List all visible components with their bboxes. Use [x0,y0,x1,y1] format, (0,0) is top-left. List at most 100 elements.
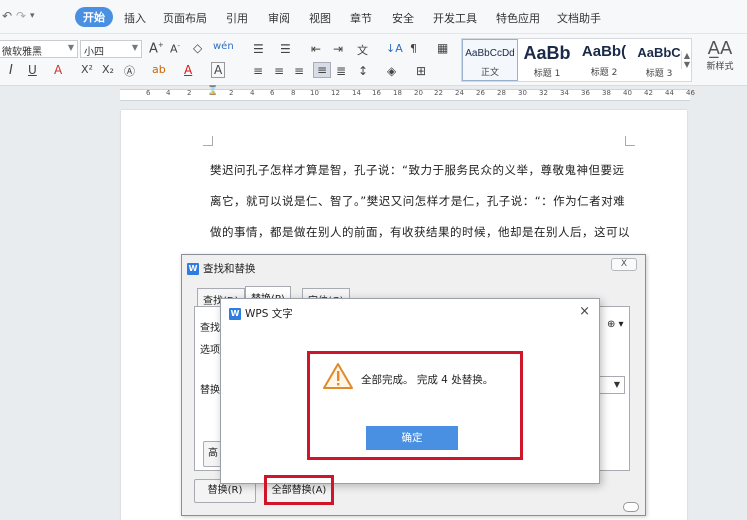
sort-icon[interactable]: ↓A [386,42,403,55]
scroll-indicator-icon[interactable] [623,502,639,512]
shading-icon[interactable]: ◈ [387,64,396,78]
decrease-indent-icon[interactable]: ⇤ [311,42,321,56]
redo-icon[interactable]: ↷ [16,9,26,23]
text-effect-icon[interactable]: Ⓐ [124,63,135,79]
new-style-button[interactable]: A̲A 新样式 [698,38,742,72]
ruler-number: 30 [518,89,527,97]
font-color-icon[interactable]: A [184,63,192,77]
clear-format-icon[interactable]: ◇ [193,41,202,55]
new-style-icon: A̲A [707,38,733,59]
align-center-icon[interactable]: ≡ [274,64,284,78]
horizontal-ruler[interactable]: 6 4 2 ⌛ 2 4 6 8 10 12 14 16 18 20 22 24 … [0,86,747,104]
ruler-number: 4 [166,89,171,97]
ruler-number: 16 [372,89,381,97]
new-style-label: 新样式 [706,62,734,72]
ruler-number: 20 [414,89,423,97]
tab-page-layout[interactable]: 页面布局 [163,10,207,26]
font-name-value: 微软雅黑 [2,47,42,58]
tab-home[interactable]: 开始 [75,7,113,27]
style-name: 正文 [480,68,499,78]
chevron-down-icon: ▼ [131,43,138,52]
bullet-list-icon[interactable]: ☰ [253,42,264,56]
tab-references[interactable]: 引用 [226,10,248,26]
style-heading-3[interactable]: AaBbC 标题 3 [631,39,687,81]
ruler-number: 32 [539,89,548,97]
borders-icon[interactable]: ⊞ [416,64,426,78]
ruler-number: 10 [310,89,319,97]
strikethrough-icon[interactable]: A [54,63,62,77]
tab-chapter[interactable]: 章节 [350,10,372,26]
ribbon: 微软雅黑 ▼ 小四 ▼ A+ A- ◇ wén I U A X² X₂ Ⓐ ab A… [0,34,747,86]
shrink-font-icon[interactable]: A- [170,42,180,56]
ruler-number: 44 [665,89,674,97]
find-dropdown-icon[interactable]: ⊕ ▾ [607,319,624,330]
italic-icon[interactable]: I [9,63,13,78]
highlight-icon[interactable]: ab [152,63,166,76]
tab-insert[interactable]: 插入 [124,10,146,26]
indent-marker-icon[interactable]: ⌛ [207,86,218,96]
ruler-number: 42 [644,89,653,97]
dialog-title: W 查找和替换 [187,261,256,276]
style-name: 标题 1 [533,69,561,79]
font-size-value: 小四 [84,47,104,58]
style-preview: AaBb [523,43,571,63]
ruler-number: 40 [623,89,632,97]
style-normal[interactable]: AaBbCcDd 正文 [462,39,518,81]
style-preview: AaBbC [637,45,681,60]
char-border-icon[interactable]: A [211,62,226,78]
tab-security[interactable]: 安全 [392,10,414,26]
increase-indent-icon[interactable]: ⇥ [333,42,343,56]
margin-corner-mark [625,136,635,146]
align-left-icon[interactable]: ≡ [253,64,263,78]
margin-corner-mark [203,136,213,146]
document-text-line[interactable]: 樊迟问孔子怎样才算是智，孔子说：“致力于服务民众的义举，尊敬鬼神但要远 [210,162,624,178]
chinese-layout-icon[interactable]: 文 [357,42,368,58]
style-heading-1[interactable]: AaBb 标题 1 [519,39,575,81]
ruler-number: 24 [455,89,464,97]
close-icon[interactable]: × [579,304,590,319]
grow-font-icon[interactable]: A+ [149,41,164,56]
justify-icon[interactable]: ≡ [313,62,332,78]
message-title-text: WPS 文字 [245,308,293,320]
superscript-icon[interactable]: X² [81,63,93,76]
document-text-line[interactable]: 做的事情，都是做在别人的前面，有收获结果的时候，他却是在别人后，这可以 [210,224,630,240]
highlight-box-replace-all [264,475,334,505]
font-size-combo[interactable]: 小四 ▼ [80,40,142,58]
tab-developer[interactable]: 开发工具 [433,10,477,26]
style-gallery: AaBbCcDd 正文 AaBb 标题 1 AaBb( 标题 2 AaBbC 标… [461,38,692,82]
style-heading-2[interactable]: AaBb( 标题 2 [576,39,632,81]
tab-view[interactable]: 视图 [309,10,331,26]
find-label: 查找 [200,323,220,334]
ruler-number: 4 [250,89,255,97]
line-spacing-icon[interactable]: ↕ [358,64,368,78]
ruler-number: 14 [352,89,361,97]
ruler-number: 18 [393,89,402,97]
distributed-icon[interactable]: ≣ [336,64,346,78]
customize-dropdown-icon[interactable]: ▾ [30,11,35,21]
underline-icon[interactable]: U [28,63,37,77]
gallery-scroll-icon[interactable]: ▲ ▼ [680,51,690,69]
replace-dropdown-icon[interactable]: ▼ [599,376,625,394]
table-icon[interactable]: ▦ [437,41,448,55]
tab-doc-assistant[interactable]: 文档助手 [557,10,601,26]
show-marks-icon[interactable]: ¶ [410,42,417,55]
find-replace-title: 查找和替换 [203,263,256,275]
undo-icon[interactable]: ↶ [2,9,12,23]
ruler-number: 22 [434,89,443,97]
ruler-number: 8 [291,89,296,97]
style-name: 标题 3 [645,69,673,79]
options-label: 选项 [200,345,220,356]
chevron-down-icon: ▼ [67,43,74,52]
font-name-combo[interactable]: 微软雅黑 ▼ [0,40,78,58]
close-button[interactable]: X [611,258,637,271]
tab-special-apps[interactable]: 特色应用 [496,10,540,26]
align-right-icon[interactable]: ≡ [294,64,304,78]
menu-bar: ↶ ↷ ▾ 开始 插入 页面布局 引用 审阅 视图 章节 安全 开发工具 特色应… [0,0,747,34]
message-title: W WPS 文字 [229,306,293,321]
tab-review[interactable]: 审阅 [268,10,290,26]
ruler-number: 6 [270,89,275,97]
subscript-icon[interactable]: X₂ [102,63,114,76]
numbered-list-icon[interactable]: ☰ [280,42,291,56]
phonetic-icon[interactable]: wén [213,41,234,52]
document-text-line[interactable]: 离它，就可以说是仁、智了。”樊迟又问怎样才是仁，孔子说：“：作为仁者对难 [210,193,625,209]
